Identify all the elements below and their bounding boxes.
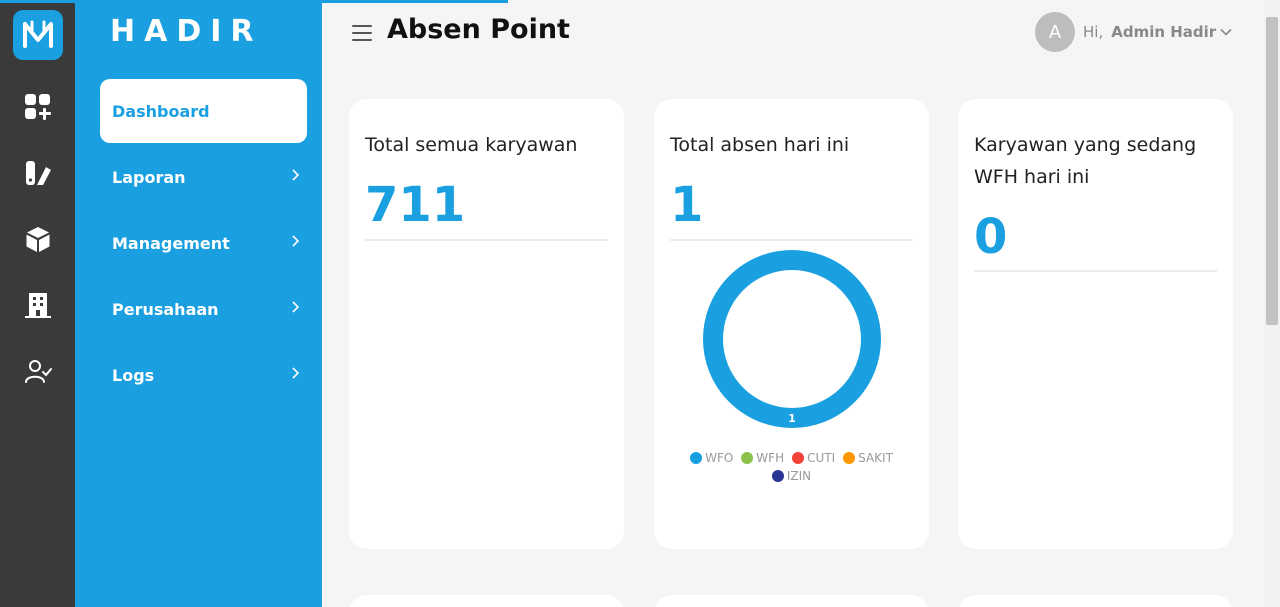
page-title: Absen Point bbox=[387, 14, 570, 45]
username-text: Admin Hadir bbox=[1111, 23, 1217, 41]
legend-label: WFO bbox=[705, 451, 734, 465]
stat-card-wfh-hari-ini: Karyawan yang sedang WFH hari ini 0 bbox=[958, 99, 1233, 549]
stat-card bbox=[349, 595, 624, 607]
building-icon[interactable] bbox=[21, 288, 55, 322]
legend-item-sakit[interactable]: SAKIT bbox=[843, 451, 893, 465]
brand-name: HADIR bbox=[110, 14, 263, 49]
report-icon[interactable] bbox=[21, 156, 55, 190]
chevron-right-icon bbox=[292, 367, 299, 379]
sidebar: HADIR Dashboard Laporan Management Perus… bbox=[75, 0, 322, 607]
legend-swatch bbox=[741, 452, 754, 464]
box-icon[interactable] bbox=[21, 222, 55, 256]
legend-item-wfh[interactable]: WFH bbox=[741, 451, 784, 465]
stat-card bbox=[958, 595, 1233, 607]
sidebar-item-label: Management bbox=[112, 233, 230, 253]
donut-data-label: 1 bbox=[788, 412, 796, 425]
chevron-right-icon bbox=[292, 169, 299, 181]
card-value: 0 bbox=[974, 209, 1008, 265]
sidebar-item-management[interactable]: Management bbox=[100, 211, 307, 275]
card-value: 1 bbox=[670, 177, 704, 233]
greeting-text: Hi, bbox=[1083, 23, 1104, 41]
sidebar-item-label: Dashboard bbox=[112, 101, 210, 121]
scrollbar-thumb[interactable] bbox=[1266, 17, 1278, 325]
legend-label: CUTI bbox=[807, 451, 836, 465]
icon-rail bbox=[0, 0, 75, 607]
user-menu[interactable]: A Hi, Admin Hadir bbox=[1035, 12, 1232, 52]
stat-card bbox=[654, 595, 929, 607]
sidebar-item-perusahaan[interactable]: Perusahaan bbox=[100, 277, 307, 341]
sidebar-item-laporan[interactable]: Laporan bbox=[100, 145, 307, 209]
menu-toggle-icon[interactable] bbox=[352, 25, 372, 41]
legend-item-izin[interactable]: IZIN bbox=[771, 469, 812, 483]
dashboard-add-icon[interactable] bbox=[21, 90, 55, 124]
card-divider bbox=[974, 270, 1217, 272]
attendance-donut-chart: 1 bbox=[703, 250, 881, 428]
donut-slice-wfo[interactable] bbox=[703, 250, 881, 428]
sidebar-item-label: Laporan bbox=[112, 167, 186, 187]
stat-card-total-karyawan: Total semua karyawan 711 bbox=[349, 99, 624, 549]
chevron-right-icon bbox=[292, 235, 299, 247]
card-title: Karyawan yang sedang WFH hari ini bbox=[974, 134, 1197, 188]
sidebar-item-label: Perusahaan bbox=[112, 299, 219, 319]
legend-swatch bbox=[771, 470, 784, 482]
legend-swatch bbox=[843, 452, 856, 464]
stat-card-absen-hari-ini: Total absen hari ini 1 1 WFO WFH CUTI SAKIT… bbox=[654, 99, 929, 549]
legend-label: IZIN bbox=[786, 469, 812, 483]
chevron-right-icon bbox=[292, 301, 299, 313]
sidebar-item-dashboard[interactable]: Dashboard bbox=[100, 79, 307, 143]
card-divider bbox=[670, 239, 913, 241]
card-divider bbox=[365, 239, 608, 241]
legend-item-wfo[interactable]: WFO bbox=[690, 451, 733, 465]
legend-swatch bbox=[690, 452, 703, 464]
card-title: Total semua karyawan bbox=[365, 134, 578, 156]
sidebar-item-logs[interactable]: Logs bbox=[100, 343, 307, 407]
card-value: 711 bbox=[365, 177, 466, 233]
page-loading-bar bbox=[0, 0, 508, 3]
legend-label: WFH bbox=[756, 451, 785, 465]
chevron-down-icon bbox=[1220, 28, 1232, 36]
page-scrollbar[interactable] bbox=[1264, 0, 1280, 607]
chart-legend: WFO WFH CUTI SAKIT IZIN bbox=[654, 451, 929, 483]
user-check-icon[interactable] bbox=[21, 354, 55, 388]
card-title: Total absen hari ini bbox=[670, 134, 850, 156]
legend-item-cuti[interactable]: CUTI bbox=[792, 451, 835, 465]
legend-label: SAKIT bbox=[858, 451, 893, 465]
avatar: A bbox=[1035, 12, 1075, 52]
sidebar-item-label: Logs bbox=[112, 365, 155, 385]
legend-swatch bbox=[792, 452, 805, 464]
hadir-logo-icon[interactable] bbox=[13, 10, 63, 60]
